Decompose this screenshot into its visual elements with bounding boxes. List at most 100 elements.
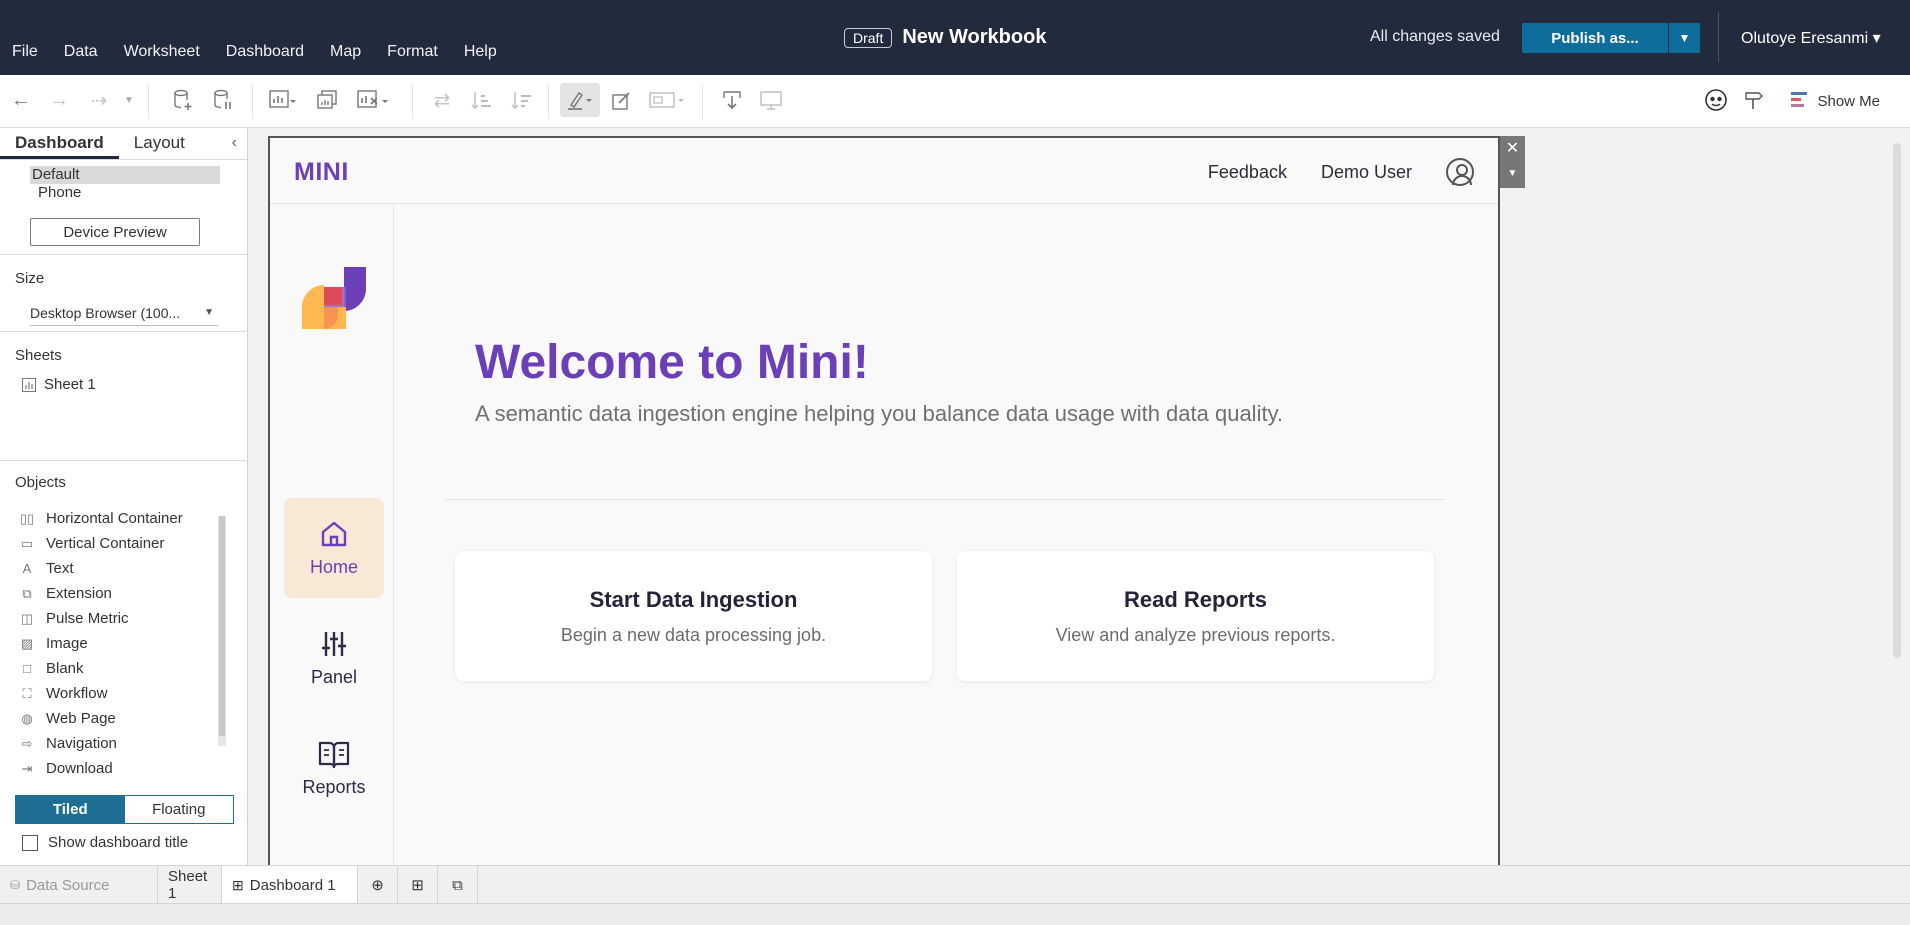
publish-button[interactable]: Publish as... <box>1522 23 1668 53</box>
draft-badge: Draft <box>844 27 893 48</box>
sort-descending-icon[interactable] <box>510 87 534 113</box>
new-story-tab-icon[interactable]: ⧉ <box>438 866 478 904</box>
more-options-icon[interactable]: ▼ <box>1500 162 1525 188</box>
sheet-name: Sheet 1 <box>44 376 96 393</box>
workflow-icon: ⛶ <box>22 685 32 701</box>
start-data-ingestion-card[interactable]: Start Data Ingestion Begin a new data pr… <box>455 551 932 681</box>
divider <box>548 85 549 119</box>
database-icon: ⛁ <box>10 878 21 892</box>
feedback-link[interactable]: Feedback <box>1208 162 1287 183</box>
toolbar: ← → ⇢ ▼ ⇄ Show Me <box>0 75 1910 128</box>
tab-data-source[interactable]: ⛁ Data Source <box>0 866 158 904</box>
caret-down-icon: ▼ <box>204 307 214 318</box>
object-web-page[interactable]: ◍ Web Page <box>18 706 218 731</box>
ai-assistant-icon[interactable] <box>1704 87 1728 113</box>
object-horizontal-container[interactable]: ▯▯ Horizontal Container <box>18 506 218 531</box>
sheet-tabs-bar: ⛁ Data Source Sheet 1 ⊞ Dashboard 1 ⊕ ⊞ … <box>0 865 1910 904</box>
read-reports-card[interactable]: Read Reports View and analyze previous r… <box>957 551 1434 681</box>
show-me-icon <box>1791 92 1809 110</box>
fit-dropdown-icon[interactable] <box>648 87 688 113</box>
download-icon[interactable] <box>720 87 744 113</box>
object-extension[interactable]: ⧉ Extension <box>18 581 218 606</box>
user-avatar-icon[interactable] <box>1446 158 1474 186</box>
object-controls: ✕ ▼ <box>1500 136 1525 188</box>
pause-updates-icon[interactable] <box>212 87 234 113</box>
canvas-scrollbar[interactable] <box>1893 143 1901 658</box>
redo-icon[interactable]: → <box>48 87 70 113</box>
nav-panel[interactable]: Panel <box>284 608 384 708</box>
menu-data[interactable]: Data <box>64 43 98 61</box>
device-preview-button[interactable]: Device Preview <box>30 218 200 246</box>
card-description: View and analyze previous reports. <box>1055 624 1336 645</box>
app-sidebar: Home Panel Reports <box>270 205 394 865</box>
object-download[interactable]: ⇥ Download <box>18 756 218 781</box>
tiled-button[interactable]: Tiled <box>16 796 125 823</box>
tab-layout[interactable]: Layout <box>119 128 200 159</box>
replay-icon[interactable]: ⇢ <box>86 87 112 113</box>
objects-scrollbar[interactable] <box>218 516 226 746</box>
tab-dashboard[interactable]: Dashboard <box>0 128 119 159</box>
object-workflow[interactable]: ⛶ Workflow <box>18 681 218 706</box>
object-blank[interactable]: □ Blank <box>18 656 218 681</box>
menu-worksheet[interactable]: Worksheet <box>124 43 200 61</box>
object-vertical-container[interactable]: ▭ Vertical Container <box>18 531 218 556</box>
new-worksheet-tab-icon[interactable]: ⊕ <box>358 866 398 904</box>
floating-button[interactable]: Floating <box>125 796 234 823</box>
card-title: Read Reports <box>1123 586 1268 612</box>
menu-help[interactable]: Help <box>464 43 497 61</box>
sort-ascending-icon[interactable] <box>470 87 494 113</box>
show-dashboard-title-row[interactable]: Show dashboard title <box>22 834 188 851</box>
nav-panel-label: Panel <box>310 666 358 687</box>
sliders-icon <box>322 631 346 656</box>
nav-home[interactable]: Home <box>284 498 384 598</box>
sheets-label: Sheets <box>15 347 62 364</box>
book-icon <box>318 741 350 768</box>
replay-dropdown-icon[interactable]: ▼ <box>122 87 136 113</box>
collapse-panel-icon[interactable]: ‹ <box>232 134 237 152</box>
sheet-list-item[interactable]: Sheet 1 <box>22 376 96 393</box>
text-icon: A <box>22 561 32 576</box>
duplicate-sheet-icon[interactable] <box>316 87 340 113</box>
swap-rows-columns-icon[interactable]: ⇄ <box>430 87 454 113</box>
menu-format[interactable]: Format <box>387 43 438 61</box>
brand-mark-icon <box>300 265 370 339</box>
extension-icon: ⧉ <box>22 585 32 601</box>
show-me-button[interactable]: Show Me <box>1791 92 1880 110</box>
close-icon[interactable]: ✕ <box>1500 136 1525 162</box>
presentation-icon[interactable] <box>758 87 784 113</box>
show-title-checkbox[interactable] <box>22 834 38 851</box>
undo-icon[interactable]: ← <box>10 87 32 113</box>
new-worksheet-icon[interactable] <box>268 87 298 113</box>
menu-map[interactable]: Map <box>330 43 361 61</box>
signpost-icon[interactable] <box>1742 87 1766 113</box>
menu-file[interactable]: File <box>12 43 38 61</box>
clear-sheet-icon[interactable] <box>356 87 392 113</box>
objects-list: ▯▯ Horizontal Container ▭ Vertical Contain… <box>18 506 218 781</box>
object-image[interactable]: ▨ Image <box>18 631 218 656</box>
divider <box>252 85 253 119</box>
device-default[interactable]: Default <box>30 166 220 184</box>
publish-dropdown-button[interactable]: ▼ <box>1669 23 1700 53</box>
pulse-metric-icon: ◫ <box>20 610 34 626</box>
tab-sheet-1[interactable]: Sheet 1 <box>158 866 222 904</box>
nav-reports[interactable]: Reports <box>284 718 384 818</box>
demo-user-label[interactable]: Demo User <box>1321 162 1412 183</box>
size-select[interactable]: Desktop Browser (100... ▼ <box>30 300 218 326</box>
user-menu[interactable]: Olutoye Eresanmi ▾ <box>1741 28 1881 48</box>
workbook-title[interactable]: New Workbook <box>902 26 1046 49</box>
object-text[interactable]: A Text <box>18 556 218 581</box>
main-content: Welcome to Mini! A semantic data ingesti… <box>395 205 1498 865</box>
highlight-icon[interactable] <box>560 83 600 117</box>
nav-home-label: Home <box>309 556 358 577</box>
new-dashboard-tab-icon[interactable]: ⊞ <box>398 866 438 904</box>
tab-dashboard-1[interactable]: ⊞ Dashboard 1 <box>222 866 358 904</box>
menu-dashboard[interactable]: Dashboard <box>226 43 304 61</box>
object-pulse-metric[interactable]: ◫ Pulse Metric <box>18 606 218 631</box>
annotate-icon[interactable] <box>610 87 634 113</box>
brand-logo-text[interactable]: MINI <box>294 158 349 187</box>
object-navigation[interactable]: ⇨ Navigation <box>18 731 218 756</box>
size-value: Desktop Browser (100... <box>30 304 181 321</box>
card-description: Begin a new data processing job. <box>560 624 827 645</box>
new-data-source-icon[interactable] <box>172 87 194 113</box>
device-phone[interactable]: Phone <box>30 184 220 202</box>
